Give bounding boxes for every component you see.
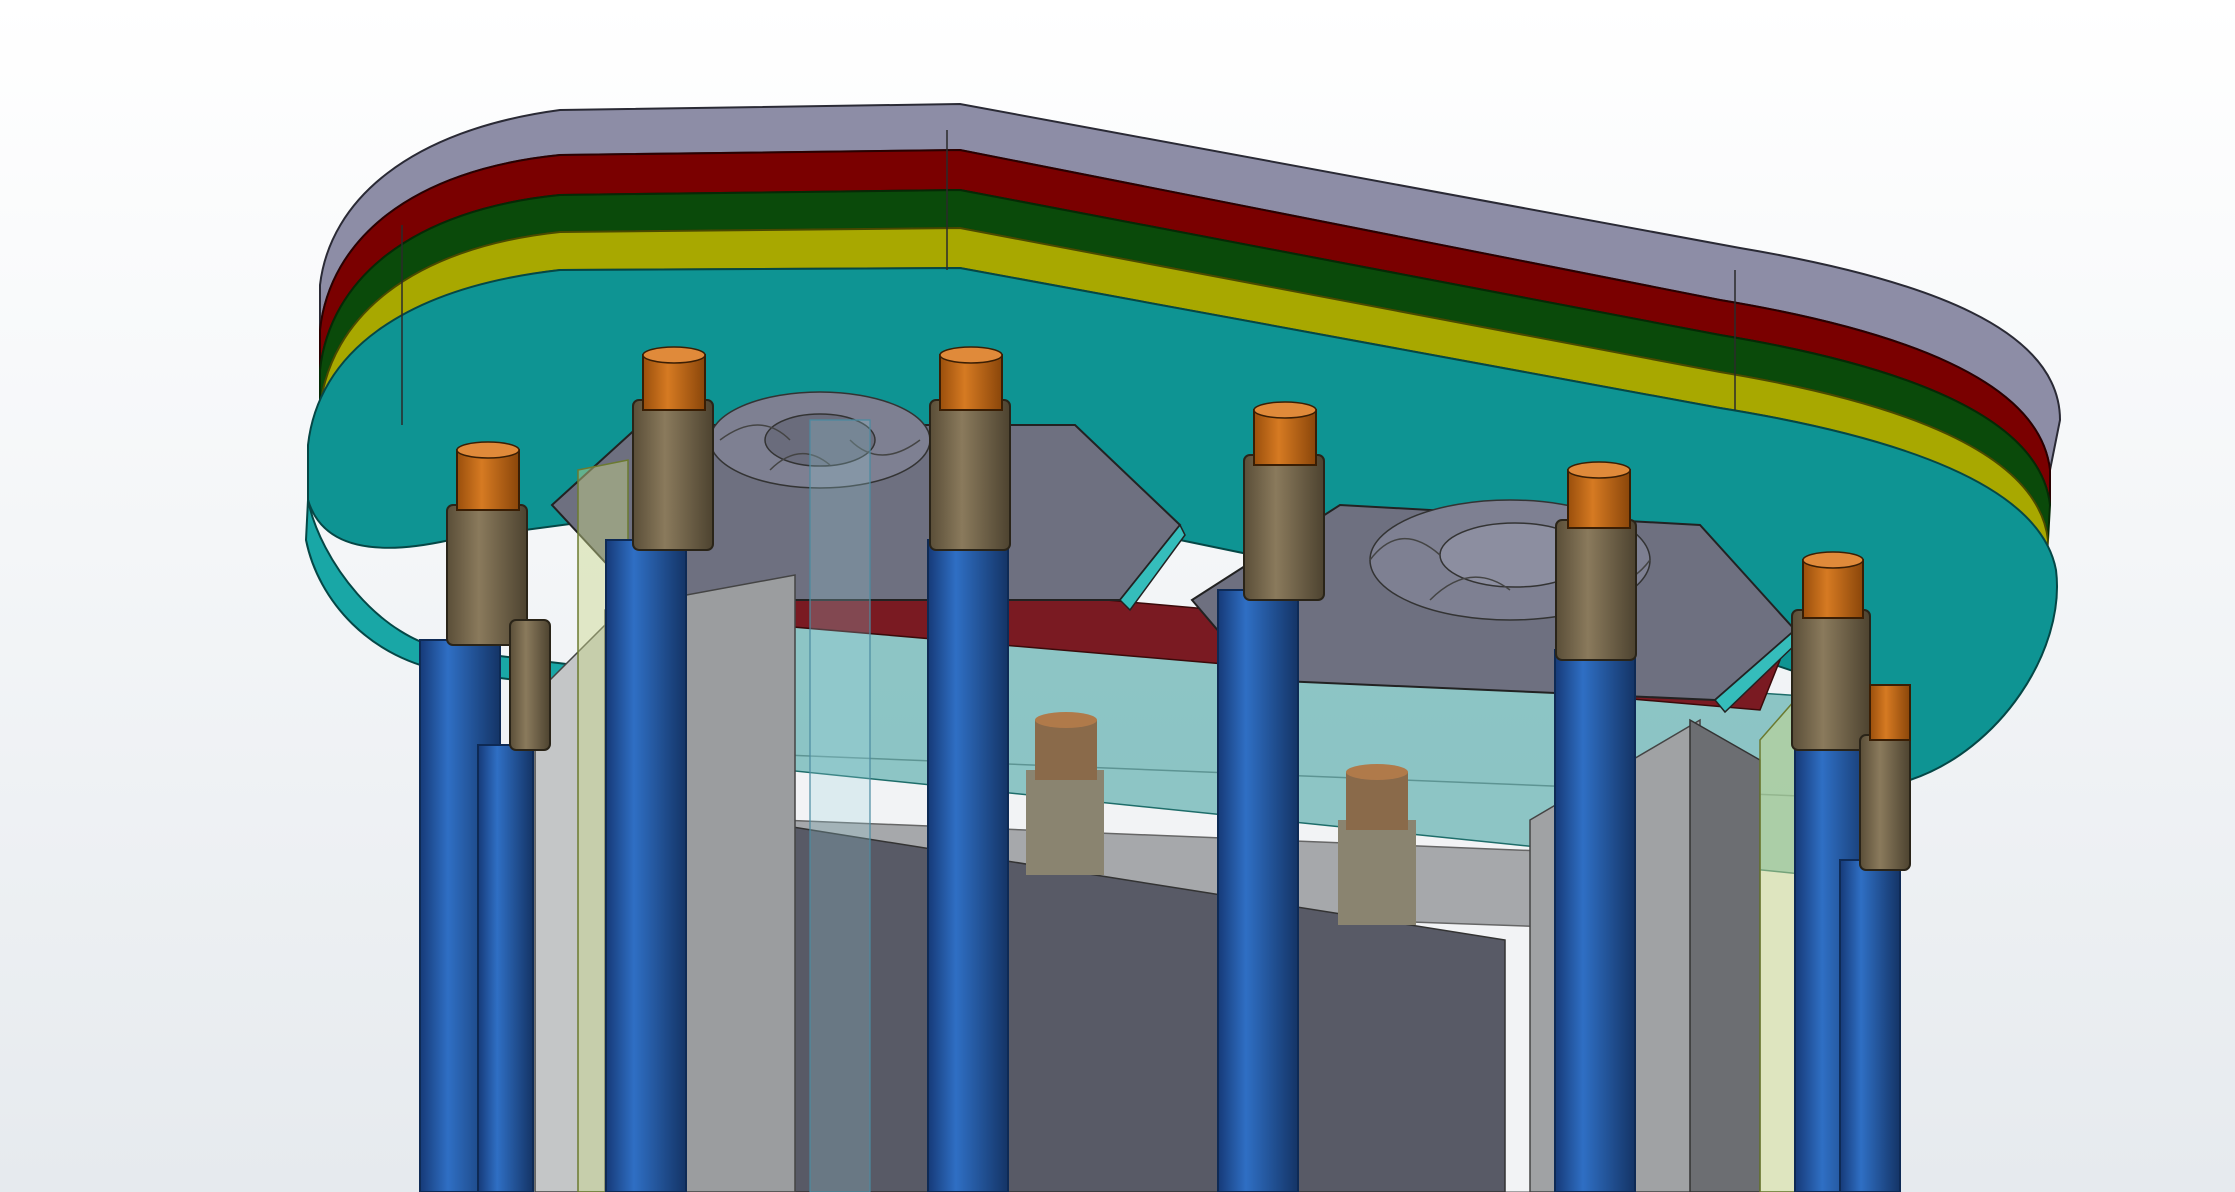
panel-right-glass [1759,698,1796,1192]
panel-right-back [1689,718,1761,1192]
standoff-rear-1 [1026,712,1104,875]
assembly-model[interactable] [0,0,2235,1192]
rod-5[interactable] [1554,461,1637,1192]
cad-viewport[interactable] [0,0,2235,1192]
rod-3[interactable] [927,346,1011,1192]
standoff-rear-2 [1338,764,1416,925]
panel-center-glass [809,419,871,1192]
